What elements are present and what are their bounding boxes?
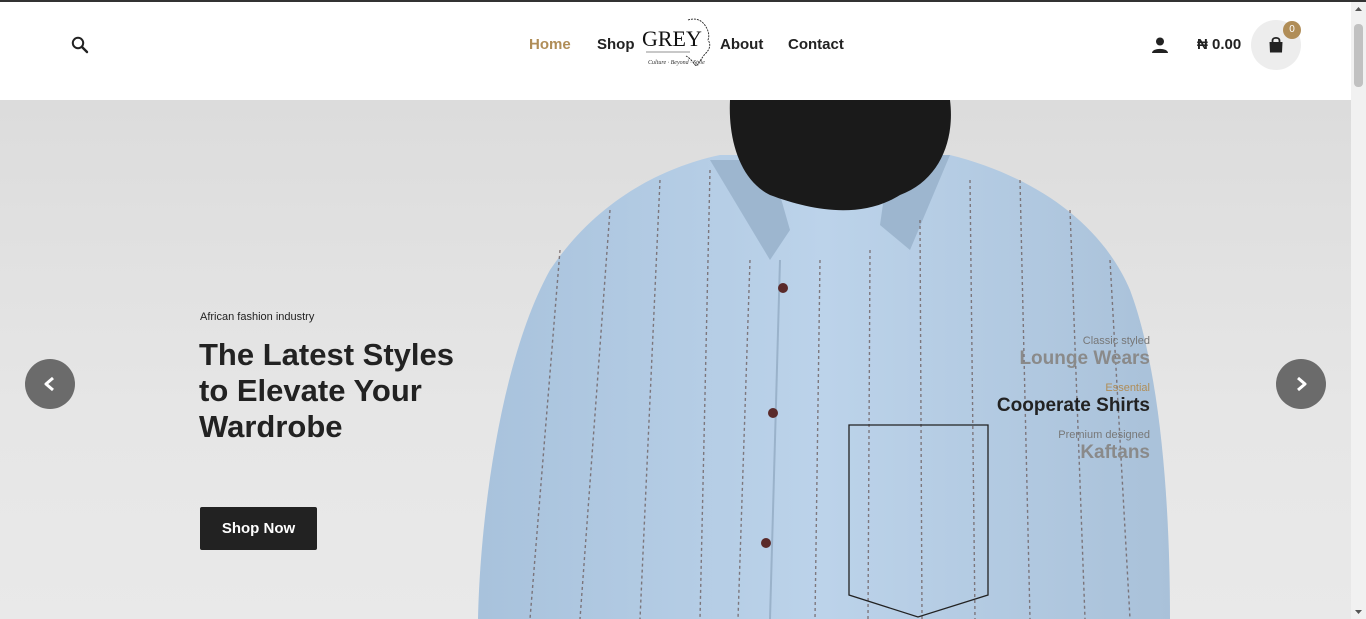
cart-total[interactable]: ₦ 0.00 [1197,36,1241,53]
slide-item-cooperate-shirts[interactable]: Essential Cooperate Shirts [997,381,1150,417]
nav-contact[interactable]: Contact [788,35,844,55]
hero-kicker: African fashion industry [200,311,315,323]
hero-slider: African fashion industry The Latest Styl… [0,100,1351,619]
svg-text:Culture · Beyond · Style: Culture · Beyond · Style [648,60,705,66]
slide-subtitle: Essential [1105,382,1150,394]
slide-item-lounge-wears[interactable]: Classic styled Lounge Wears [997,334,1150,370]
shop-now-button[interactable]: Shop Now [200,507,317,550]
slide-category-list: Classic styled Lounge Wears Essential Co… [997,334,1150,475]
site-header: Home Shop About Contact GREY Culture · B… [0,2,1351,100]
slide-title: Cooperate Shirts [996,395,1150,416]
scrollbar-thumb[interactable] [1354,24,1363,87]
nav-shop[interactable]: Shop [597,35,635,55]
nav-about[interactable]: About [720,35,763,55]
slide-title: Kaftans [1080,442,1150,463]
nav-home[interactable]: Home [529,35,571,55]
search-icon [71,36,89,54]
scroll-down-icon[interactable] [1351,604,1366,619]
chevron-right-icon [1297,376,1307,392]
shopping-bag-icon [1269,36,1283,53]
site-logo[interactable]: GREY Culture · Beyond · Style [640,16,714,72]
cart-count-badge: 0 [1283,21,1301,39]
search-button[interactable] [70,35,90,55]
user-icon [1152,37,1168,53]
slide-item-kaftans[interactable]: Premium designed Kaftans [997,428,1150,464]
slide-subtitle: Premium designed [1058,429,1150,441]
slide-subtitle: Classic styled [1082,335,1150,347]
hero-headline: The Latest Styles to Elevate Your Wardro… [199,337,454,444]
next-slide-button[interactable] [1276,359,1326,409]
account-button[interactable] [1150,35,1170,55]
scroll-up-icon[interactable] [1351,2,1366,17]
previous-slide-button[interactable] [25,359,75,409]
slide-title: Lounge Wears [1019,348,1150,369]
chevron-left-icon [44,376,54,392]
svg-text:GREY: GREY [642,26,702,51]
page-scrollbar[interactable] [1351,2,1366,619]
